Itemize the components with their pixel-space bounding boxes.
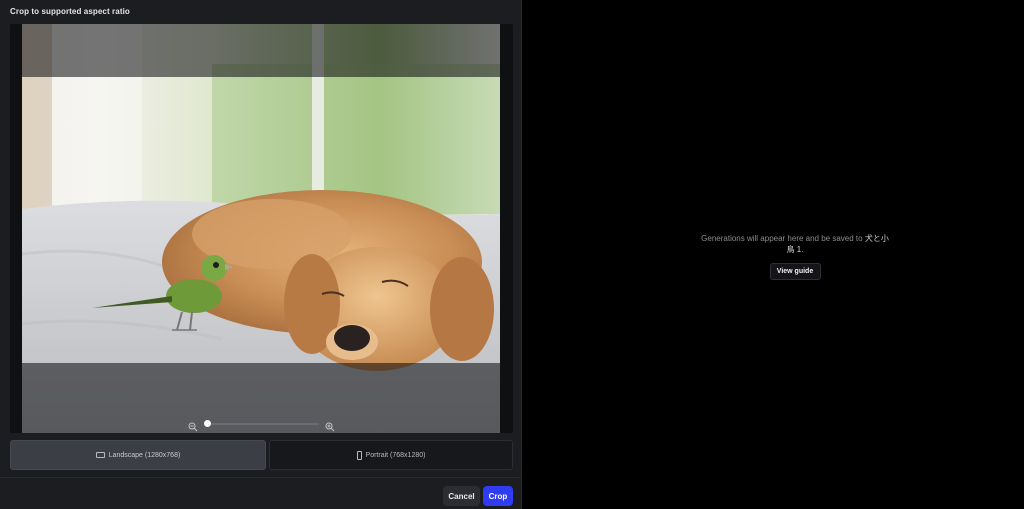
view-guide-button[interactable]: View guide [769,263,821,280]
empty-state-message-prefix: Generations will appear here and be save… [701,234,865,243]
zoom-out-icon[interactable] [188,419,198,432]
crop-mask-top [22,24,500,77]
footer-divider [0,477,522,478]
portrait-option-label: Portrait (768x1280) [365,451,426,459]
portrait-icon [356,450,362,460]
landscape-option-label: Landscape (1280x768) [108,451,181,459]
landscape-option-button[interactable]: Landscape (1280x768) [10,440,266,470]
zoom-slider-thumb[interactable] [204,420,211,427]
landscape-icon [95,452,105,458]
empty-state-message-suffix: . [801,245,804,254]
crop-button[interactable]: Crop [483,486,513,506]
app-root: Crop to supported aspect ratio Landscape… [0,0,1024,509]
portrait-option-button[interactable]: Portrait (768x1280) [269,440,513,470]
cancel-button[interactable]: Cancel [443,486,480,506]
crop-modal-title: Crop to supported aspect ratio [10,7,130,16]
empty-state-message: Generations will appear here and be save… [700,233,890,255]
zoom-in-icon[interactable] [325,419,335,432]
zoom-slider[interactable] [204,420,319,427]
crop-canvas[interactable] [10,24,513,433]
generations-empty-state: Generations will appear here and be save… [700,233,890,280]
zoom-control [188,417,335,432]
crop-modal: Crop to supported aspect ratio Landscape… [0,0,522,509]
